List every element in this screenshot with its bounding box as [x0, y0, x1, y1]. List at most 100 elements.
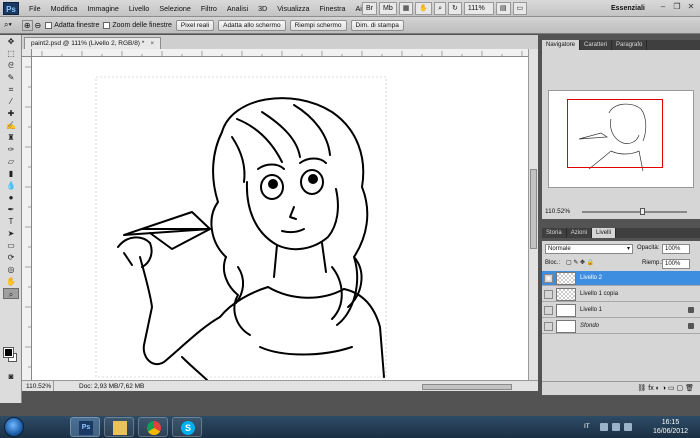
network-icon[interactable]	[612, 423, 620, 431]
arrange-documents-button[interactable]: ▤	[495, 2, 511, 15]
path-select-tool-icon[interactable]: ➤	[3, 228, 19, 239]
lock-icons[interactable]: ▢ ✎ ✥ 🔒	[566, 259, 594, 266]
close-tab-icon[interactable]: ×	[150, 40, 154, 47]
tab-navigatore[interactable]: Navigatore	[542, 40, 581, 50]
menu-filtro[interactable]: Filtro	[196, 0, 222, 17]
blur-tool-icon[interactable]: 💧	[3, 180, 19, 191]
blend-mode-select[interactable]: Normale ▾	[545, 244, 633, 254]
screen-mode-button[interactable]: ▭	[512, 2, 528, 15]
shape-tool-icon[interactable]: ▭	[3, 240, 19, 251]
dodge-tool-icon[interactable]: ●	[3, 192, 19, 203]
riempi-schermo-button[interactable]: Riempi schermo	[289, 19, 347, 31]
layer-row[interactable]: ◉ Livello 2	[542, 271, 700, 286]
hand-tool-button[interactable]: ✋	[415, 2, 433, 15]
document-tab[interactable]: paint2.psd @ 111% (Livello 2, RGB/8) * ×	[24, 37, 162, 49]
layer-row[interactable]: Sfondo	[542, 319, 700, 334]
language-indicator[interactable]: IT	[584, 423, 590, 430]
pen-tool-icon[interactable]: ✒	[3, 204, 19, 215]
tab-storia[interactable]: Storia	[542, 228, 567, 238]
gradient-tool-icon[interactable]: ▮	[3, 168, 19, 179]
zoom-tool-icon[interactable]: ⌕▾	[4, 20, 12, 30]
close-icon[interactable]: ✕	[686, 2, 696, 12]
brush-tool-icon[interactable]: ✍	[3, 120, 19, 131]
zoom-level-select[interactable]: 111%	[463, 2, 494, 15]
lasso-tool-icon[interactable]: ᘓ	[3, 60, 19, 71]
layer-row[interactable]: Livello 1	[542, 303, 700, 318]
adatta-finestre-checkbox[interactable]	[45, 21, 53, 29]
horizontal-scrollbar-thumb[interactable]	[422, 384, 512, 390]
bridge-button[interactable]: Br	[362, 2, 377, 15]
clock[interactable]: 16:15 16/06/2012	[653, 418, 688, 436]
tray-icon[interactable]	[600, 423, 608, 431]
rotate-view-button[interactable]: ↻	[448, 2, 462, 15]
menu-file[interactable]: File	[24, 0, 46, 17]
adatta-schermo-button[interactable]: Adatta allo schermo	[218, 19, 286, 31]
horizontal-ruler[interactable]	[32, 49, 528, 57]
restore-icon[interactable]: ❐	[672, 2, 682, 12]
vertical-scrollbar[interactable]	[528, 49, 538, 380]
vertical-scrollbar-thumb[interactable]	[530, 169, 537, 249]
eye-icon[interactable]	[544, 306, 553, 315]
eraser-tool-icon[interactable]: ▱	[3, 156, 19, 167]
zoom-in-icon[interactable]: ⊕	[21, 19, 33, 31]
minimize-icon[interactable]: –	[658, 2, 668, 12]
quick-mask-icon[interactable]: ◙	[3, 371, 19, 382]
type-tool-icon[interactable]: T	[3, 216, 19, 227]
navigator-zoom-slider[interactable]	[582, 208, 687, 215]
dim-stampa-button[interactable]: Dim. di stampa	[350, 19, 404, 31]
menu-selezione[interactable]: Selezione	[154, 0, 196, 17]
navigator-view-box[interactable]	[567, 99, 663, 168]
taskbar-skype[interactable]: S	[172, 417, 202, 437]
zoom-out-icon[interactable]: ⊖	[35, 21, 42, 30]
taskbar-photoshop[interactable]: Ps	[70, 417, 100, 437]
tab-livelli[interactable]: Livelli	[592, 228, 617, 238]
layers-footer-buttons[interactable]: ⛓ fx ◐ ◑ ▭ ▢ 🗑	[542, 381, 700, 395]
menu-3d[interactable]: 3D	[253, 0, 272, 17]
3d-rotate-tool-icon[interactable]: ⟳	[3, 252, 19, 263]
guides-button[interactable]: ▦	[398, 2, 414, 15]
navigator-slider-knob[interactable]	[640, 208, 645, 215]
layer-row[interactable]: Livello 1 copia	[542, 287, 700, 302]
zoom-finestre-checkbox[interactable]	[103, 21, 111, 29]
menu-livello[interactable]: Livello	[124, 0, 154, 17]
navigator-zoom-field[interactable]: 110.52%	[545, 208, 570, 215]
start-button[interactable]	[4, 417, 24, 437]
hand-tool-icon[interactable]: ✋	[3, 276, 19, 287]
quick-select-tool-icon[interactable]: ✎	[3, 72, 19, 83]
3d-camera-tool-icon[interactable]: ◎	[3, 264, 19, 275]
tab-paragrafo[interactable]: Paragrafo	[612, 40, 648, 50]
move-tool-icon[interactable]: ✥	[3, 36, 19, 47]
photoshop-icon: Ps	[79, 421, 93, 435]
menu-finestra[interactable]: Finestra	[315, 0, 351, 17]
volume-icon[interactable]	[624, 423, 632, 431]
eye-icon[interactable]	[544, 322, 553, 331]
menu-modifica[interactable]: Modifica	[46, 0, 83, 17]
vertical-ruler[interactable]	[22, 57, 32, 380]
stamp-tool-icon[interactable]: ♜	[3, 132, 19, 143]
opacity-label: Opacità:	[637, 245, 660, 251]
mini-bridge-button[interactable]: Mb	[379, 2, 397, 15]
tab-caratteri[interactable]: Caratteri	[580, 40, 613, 50]
eye-icon[interactable]: ◉	[544, 274, 553, 283]
tab-azioni[interactable]: Azioni	[567, 228, 593, 238]
eye-icon[interactable]	[544, 290, 553, 299]
zoom-tool-icon[interactable]: ⌕	[3, 288, 19, 299]
opacity-field[interactable]: 100%	[662, 244, 690, 254]
taskbar-chrome[interactable]	[138, 417, 168, 437]
canvas[interactable]	[32, 57, 528, 380]
healing-tool-icon[interactable]: ✚	[3, 108, 19, 119]
menu-immagine[interactable]: Immagine	[82, 0, 124, 17]
navigator-preview[interactable]	[548, 90, 694, 188]
menu-analisi[interactable]: Analisi	[222, 0, 253, 17]
zoom-tool-button[interactable]: ⌕	[434, 2, 446, 15]
pixel-reali-button[interactable]: Pixel reali	[175, 19, 215, 31]
crop-tool-icon[interactable]: ⌗	[3, 84, 19, 95]
fill-field[interactable]: 100%	[662, 259, 690, 269]
foreground-color-swatch[interactable]	[3, 347, 14, 358]
taskbar-explorer[interactable]	[104, 417, 134, 437]
workspace-switcher[interactable]: Essenziali	[611, 0, 645, 17]
menu-visualizza[interactable]: Visualizza	[272, 0, 314, 17]
eyedropper-tool-icon[interactable]: ⁄	[3, 96, 19, 107]
history-brush-tool-icon[interactable]: ✑	[3, 144, 19, 155]
marquee-tool-icon[interactable]: ⬚	[3, 48, 19, 59]
